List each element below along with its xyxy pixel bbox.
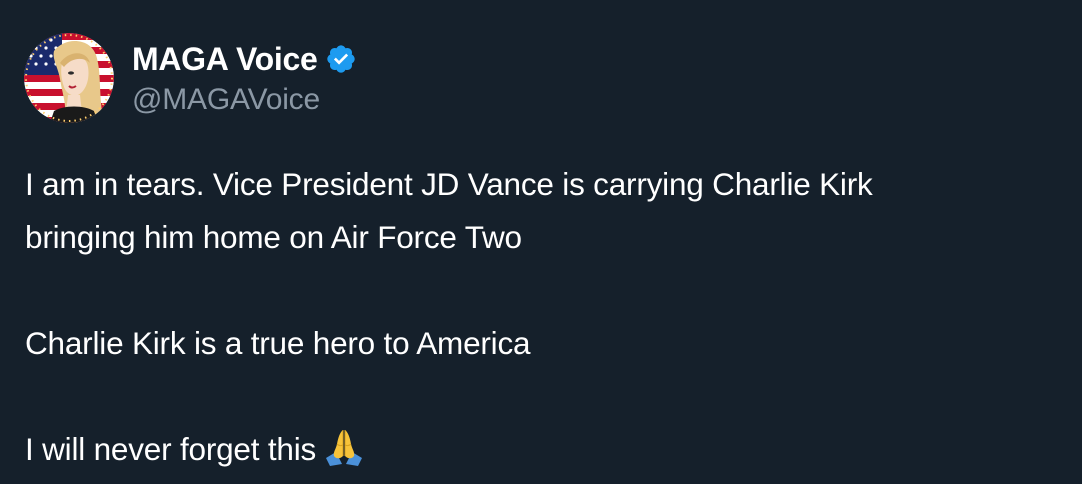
tweet-header: MAGA Voice @MAGAVoice — [24, 32, 357, 124]
account-handle[interactable]: @MAGAVoice — [132, 83, 357, 117]
name-row: MAGA Voice — [132, 39, 357, 79]
account-identity: MAGA Voice @MAGAVoice — [132, 39, 357, 117]
tweet-paragraph-2: Charlie Kirk is a true hero to America — [25, 325, 531, 361]
avatar-image — [24, 33, 114, 123]
tweet-line-2: bringing him home on Air Force Two — [25, 219, 522, 255]
verified-badge-icon — [325, 43, 357, 75]
tweet-card: MAGA Voice @MAGAVoice I am in tears. Vic… — [0, 0, 1082, 484]
tweet-line-1: I am in tears. Vice President JD Vance i… — [25, 166, 873, 202]
profile-avatar[interactable] — [24, 33, 114, 123]
folded-hands-emoji-icon — [322, 424, 366, 468]
tweet-paragraph-3: I will never forget this — [25, 431, 317, 467]
tweet-paragraph-3-row: I will never forget this — [25, 423, 1065, 476]
tweet-text: I am in tears. Vice President JD Vance i… — [25, 158, 1065, 476]
display-name[interactable]: MAGA Voice — [132, 41, 318, 78]
